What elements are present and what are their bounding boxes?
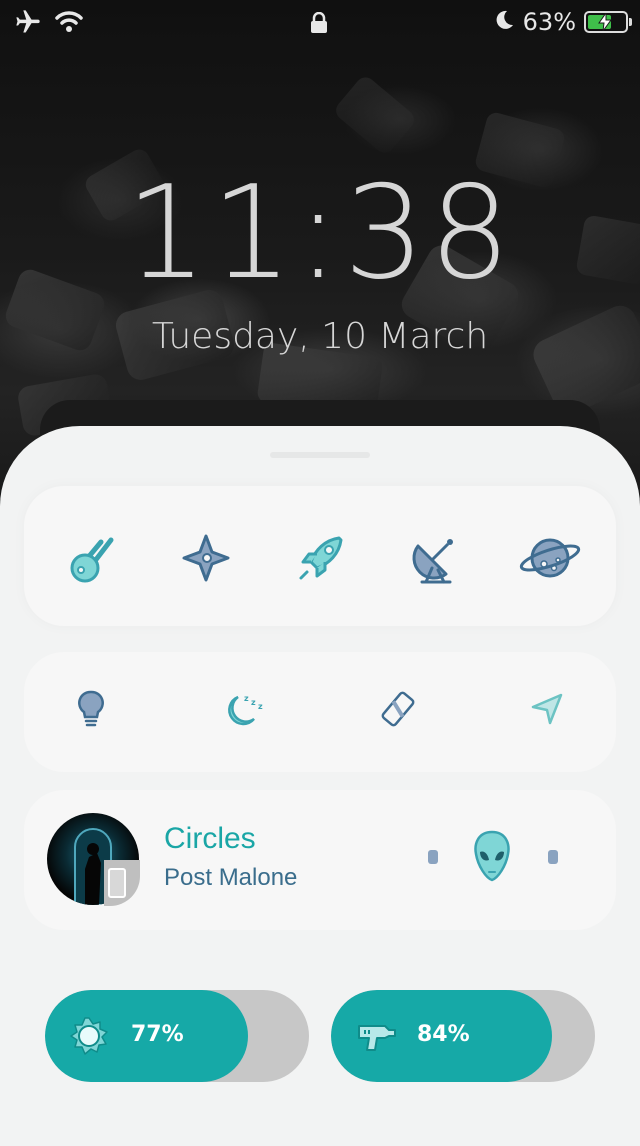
moon-icon [493,9,515,35]
alien-icon [470,828,514,888]
volume-slider[interactable]: 84% [331,990,595,1082]
rocket-icon [293,530,349,590]
satellite-dish-icon [408,530,464,590]
next-track-icon [532,840,562,878]
song-artist: Post Malone [164,864,298,891]
planet-toggle[interactable] [514,524,586,596]
airplane-icon [14,8,42,40]
star-ship-icon [178,530,234,590]
star-ship-toggle[interactable] [170,524,242,596]
do-not-disturb-toggle[interactable]: z z z [219,686,269,736]
comet-icon [63,530,119,590]
svg-text:z: z [251,698,256,707]
battery-icon [584,11,632,33]
comet-toggle[interactable] [55,524,127,596]
svg-text:z: z [258,702,263,711]
lockscreen-date: Tuesday, 10 March [151,316,489,357]
lockscreen-clock: 11:38 [125,159,515,308]
lock-icon [310,11,328,38]
play-pause-button[interactable] [456,822,528,894]
sun-icon [69,1016,109,1060]
moon-sleep-icon: z z z [222,689,266,733]
rocket-toggle[interactable] [285,524,357,596]
satellite-dish-toggle[interactable] [400,524,472,596]
battery-percentage: 63% [522,8,576,36]
flashlight-toggle[interactable] [66,686,116,736]
location-arrow-icon [529,691,565,731]
song-title: Circles [164,822,256,855]
svg-text:z: z [244,694,249,703]
previous-track-icon [424,840,454,878]
ray-gun-icon [355,1016,397,1060]
brightness-value: 77% [131,1022,184,1047]
phone-device-icon [108,868,126,898]
location-toggle[interactable] [522,686,572,736]
wifi-icon [54,9,84,39]
planet-icon [518,530,582,590]
rotation-lock-icon [378,689,418,733]
status-bar: 63% [0,0,640,48]
brightness-slider[interactable]: 77% [45,990,309,1082]
light-bulb-icon [75,689,107,733]
rotation-lock-toggle[interactable] [373,686,423,736]
next-track-button[interactable] [522,834,572,884]
grabber-handle[interactable] [270,452,370,458]
volume-value: 84% [417,1022,470,1047]
